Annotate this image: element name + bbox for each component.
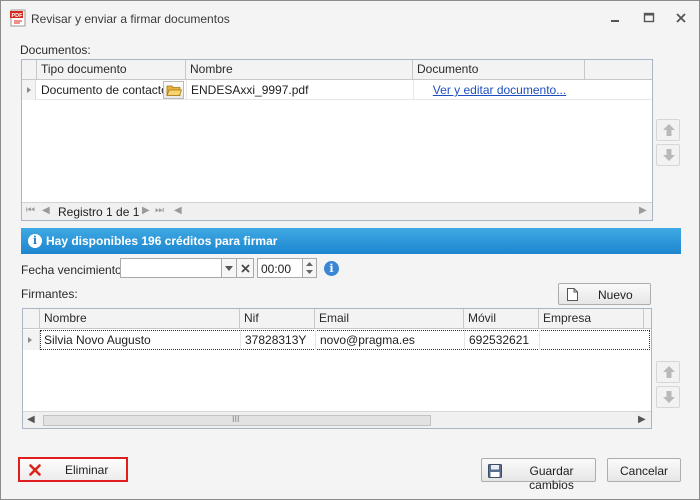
documents-label: Documentos:	[20, 43, 91, 57]
row-indicator-arrow-icon	[27, 87, 31, 93]
delete-button[interactable]: Eliminar	[18, 457, 128, 482]
expiry-date-label: Fecha vencimiento:	[21, 263, 126, 277]
window-title: Revisar y enviar a firmar documentos	[31, 12, 230, 26]
signers-grid: Nombre Nif Email Móvil Empresa Silvia No…	[22, 308, 652, 429]
record-navigator: ⏮ ◀ Registro 1 de 1 ▶ ⏭ ◀ ▶	[22, 202, 652, 220]
cell-tipo[interactable]: Documento de contacto	[37, 80, 165, 100]
column-header-movil[interactable]: Móvil	[464, 309, 539, 328]
documents-grid-header: Tipo documento Nombre Documento	[22, 60, 652, 80]
header-indicator-cell	[22, 60, 37, 79]
nav-first-icon[interactable]: ⏮	[26, 205, 35, 216]
title-bar: PDF Revisar y enviar a firmar documentos	[1, 1, 699, 35]
chevron-down-icon	[225, 266, 233, 271]
new-signer-button-label: Nuevo	[598, 288, 633, 302]
table-row[interactable]: Documento de contacto ENDESAxxi_9997.pdf…	[22, 80, 652, 100]
row-indicator	[22, 80, 36, 100]
move-document-down-button[interactable]	[656, 144, 680, 166]
cell-email[interactable]: novo@pragma.es	[315, 330, 464, 350]
edit-document-link[interactable]: Ver y editar documento...	[433, 83, 566, 97]
column-header-nombre[interactable]: Nombre	[40, 309, 240, 328]
signers-label: Firmantes:	[21, 287, 78, 301]
column-header-empresa[interactable]: Empresa	[539, 309, 644, 328]
nav-prev-icon[interactable]: ◀	[42, 205, 50, 216]
clear-date-button[interactable]	[236, 258, 254, 278]
dialog-content: Documentos: Tipo documento Nombre Docume…	[2, 35, 698, 499]
save-changes-button-label: Guardar cambios	[529, 464, 574, 492]
arrow-up-icon	[663, 124, 675, 136]
new-document-icon	[567, 288, 578, 301]
move-document-up-button[interactable]	[656, 119, 680, 141]
signers-grid-header: Nombre Nif Email Móvil Empresa	[23, 309, 651, 329]
cell-nombre[interactable]: ENDESAxxi_9997.pdf	[186, 80, 413, 100]
cancel-button-label: Cancelar	[619, 464, 669, 478]
pdf-document-icon: PDF	[10, 9, 26, 27]
row-indicator-arrow-icon	[28, 337, 32, 343]
expiry-time-value: 00:00	[261, 262, 292, 276]
column-header-nif[interactable]: Nif	[240, 309, 315, 328]
arrow-up-icon	[663, 366, 675, 378]
scroll-thumb[interactable]: III	[43, 414, 431, 426]
browse-file-button[interactable]	[163, 81, 184, 99]
cell-nombre[interactable]: Silvia Novo Augusto	[40, 330, 240, 350]
column-header-email[interactable]: Email	[315, 309, 464, 328]
header-indicator-cell	[23, 309, 40, 328]
info-icon[interactable]: i	[324, 261, 339, 276]
close-icon[interactable]	[673, 11, 689, 25]
arrow-down-icon	[663, 149, 675, 161]
record-count-text: Registro 1 de 1	[58, 205, 140, 219]
scroll-thumb-grip: III	[232, 414, 240, 424]
cell-nif[interactable]: 37828313Y	[240, 330, 315, 350]
minimize-icon[interactable]	[607, 11, 623, 25]
new-signer-button[interactable]: Nuevo	[558, 283, 651, 305]
cell-documento[interactable]: Ver y editar documento...	[413, 80, 585, 100]
clear-x-icon	[241, 264, 250, 273]
row-indicator	[23, 330, 40, 350]
move-signer-up-button[interactable]	[656, 361, 680, 383]
column-header-documento[interactable]: Documento	[413, 60, 585, 79]
column-header-nombre[interactable]: Nombre	[186, 60, 413, 79]
signers-horizontal-scrollbar[interactable]: ◀ III ▶	[23, 411, 651, 428]
documents-grid: Tipo documento Nombre Documento Document…	[21, 59, 653, 221]
nav-last-icon[interactable]: ⏭	[155, 205, 164, 216]
nav-next-icon[interactable]: ▶	[142, 205, 150, 216]
expiry-date-input[interactable]	[120, 258, 222, 278]
expiry-date-dropdown-button[interactable]	[221, 258, 237, 278]
cell-movil[interactable]: 692532621	[464, 330, 539, 350]
credits-info-text: Hay disponibles 196 créditos para firmar	[46, 234, 278, 248]
credits-info-banner: i Hay disponibles 196 créditos para firm…	[21, 228, 681, 254]
spin-up-icon[interactable]	[306, 262, 313, 266]
info-icon: i	[28, 234, 42, 248]
hscroll-left-icon[interactable]: ◀	[174, 205, 182, 216]
delete-x-icon	[29, 464, 41, 476]
restore-icon[interactable]	[641, 11, 657, 25]
dialog-window: PDF Revisar y enviar a firmar documentos…	[0, 0, 700, 500]
delete-button-label: Eliminar	[65, 463, 109, 477]
cancel-button[interactable]: Cancelar	[607, 458, 681, 482]
save-changes-button[interactable]: Guardar cambios	[481, 458, 596, 492]
scroll-right-icon[interactable]: ▶	[638, 414, 646, 425]
column-header-tipo[interactable]: Tipo documento	[37, 60, 186, 79]
table-row[interactable]: Silvia Novo Augusto 37828313Y novo@pragm…	[23, 330, 651, 350]
scroll-left-icon[interactable]: ◀	[27, 414, 35, 425]
spin-down-icon[interactable]	[306, 270, 313, 274]
hscroll-right-icon[interactable]: ▶	[639, 205, 647, 216]
svg-text:PDF: PDF	[12, 13, 24, 19]
arrow-down-icon	[663, 391, 675, 403]
time-spinner[interactable]	[302, 258, 317, 278]
folder-open-icon	[166, 85, 182, 96]
move-signer-down-button[interactable]	[656, 386, 680, 408]
expiry-time-input[interactable]: 00:00	[257, 258, 303, 278]
cell-empresa[interactable]	[539, 330, 644, 350]
floppy-disk-icon	[488, 464, 502, 478]
